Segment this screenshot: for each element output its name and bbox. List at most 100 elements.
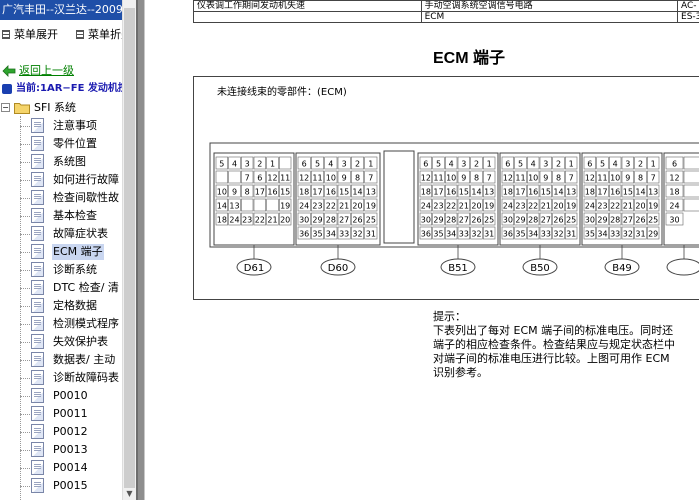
connector-pin-label: 32 (471, 230, 481, 239)
document-page-icon (31, 280, 44, 295)
tree-item-label: P0010 (53, 389, 88, 402)
pane-splitter[interactable] (136, 0, 145, 500)
connector-pin-label: 6 (587, 160, 592, 169)
connector-pin-label: 20 (635, 202, 645, 211)
tree-item-label: 如何进行故障 (53, 173, 119, 186)
tree-item-label: 定格数据 (53, 299, 97, 312)
connector-divider-block (383, 150, 415, 244)
connector-pin-label: 11 (312, 174, 322, 183)
connector-pin-label: 8 (474, 174, 479, 183)
connector-pin-label: 24 (421, 202, 431, 211)
connector-pin-label: 25 (648, 216, 658, 225)
tree-collapse-toggle[interactable]: − (1, 103, 10, 112)
tree-item[interactable]: 系统图 (0, 153, 122, 171)
connector-pin-label: 27 (541, 216, 551, 225)
tree-item[interactable]: P0011 (0, 405, 122, 423)
connector-pin-label: 28 (446, 216, 456, 225)
tree-branch-line (20, 378, 30, 379)
tree-branch-line (20, 180, 30, 181)
connector-pin-label: 16 (267, 188, 277, 197)
tree-item[interactable]: 定格数据 (0, 297, 122, 315)
tree-branch-line (20, 396, 30, 397)
connector-pin-label: 4 (613, 160, 618, 169)
connector-pin-label: 24 (503, 202, 513, 211)
tree-item[interactable]: 检测模式程序 (0, 315, 122, 333)
tree-item[interactable]: P0012 (0, 423, 122, 441)
connector-pin-label: 26 (352, 216, 362, 225)
connector-pin-cell (279, 156, 292, 170)
menu-list-icon (76, 30, 84, 39)
tree-item[interactable]: DTC 检查/ 清 (0, 279, 122, 297)
tree-item[interactable]: 诊断系统 (0, 261, 122, 279)
connector-pin-label: 17 (433, 188, 443, 197)
connector-pin-label: 10 (217, 188, 227, 197)
connector-pin-label: 3 (245, 160, 250, 169)
connector-pin-label: 34 (528, 230, 538, 239)
tree-item[interactable]: 数据表/ 主动 (0, 351, 122, 369)
tree-item[interactable]: 注意事项 (0, 117, 122, 135)
tree-item[interactable]: P0014 (0, 459, 122, 477)
connector-pin-label: 12 (669, 174, 679, 183)
connector-pin-label: 18 (299, 188, 309, 197)
table-cell: ES-3 (677, 11, 699, 23)
document-page-icon (31, 208, 44, 223)
expand-menu-button[interactable]: 菜单展开 (2, 27, 58, 43)
tree-item-label: 数据表/ 主动 (53, 353, 116, 366)
tree-item[interactable]: 基本检查 (0, 207, 122, 225)
connector-pin-label: 15 (623, 188, 633, 197)
document-page-icon (31, 172, 44, 187)
tree-branch-line (20, 270, 30, 271)
tree-branch-line (20, 342, 30, 343)
tree-branch-line (20, 288, 30, 289)
tree-item[interactable]: ECM 端子 (0, 243, 122, 261)
connector-pin-label: 22 (326, 202, 336, 211)
connector-pin-label: 20 (553, 202, 563, 211)
tree-item[interactable]: P0013 (0, 441, 122, 459)
tree-item[interactable]: 诊断故障码表 (0, 369, 122, 387)
connector-pin-label: 1 (651, 160, 656, 169)
scroll-down-arrow-icon[interactable]: ▼ (124, 489, 135, 499)
nav-scrollbar-thumb[interactable] (124, 8, 135, 488)
connector-pin-label: 29 (312, 216, 322, 225)
nav-toolbar: 菜单展开 菜单折叠 (0, 24, 136, 46)
document-page-icon (31, 244, 44, 259)
tree-branch-line (20, 162, 30, 163)
tree-item[interactable]: 故障症状表 (0, 225, 122, 243)
tree-item[interactable]: 零件位置 (0, 135, 122, 153)
tree-root-sfi[interactable]: − SFI 系统 (0, 100, 136, 116)
tree-branch-line (20, 360, 30, 361)
connector-pin-label: 17 (312, 188, 322, 197)
connector-pin-label: 31 (635, 230, 645, 239)
tree-item-label: 注意事项 (53, 119, 97, 132)
connector-pin-label: 23 (433, 202, 443, 211)
page-title: ECM 端子 (433, 50, 506, 67)
notes-line: 对端子间的标准电压进行比较。上图可用作 ECM (433, 352, 670, 365)
connector-pin-label: 7 (245, 174, 250, 183)
document-page-icon (31, 442, 44, 457)
connector-pin-label: 5 (600, 160, 605, 169)
connector-pin-label: 30 (503, 216, 513, 225)
tree-item[interactable]: 检查间歇性故 (0, 189, 122, 207)
tree-item[interactable]: P0015 (0, 477, 122, 495)
connector-pin-label: 26 (471, 216, 481, 225)
tree-item-label: DTC 检查/ 清 (53, 281, 119, 294)
connector-pin-label: 27 (459, 216, 469, 225)
tree-item[interactable]: 失效保护表 (0, 333, 122, 351)
nav-scrollbar[interactable]: ▼ (122, 0, 136, 500)
connector-pin-label: 11 (597, 174, 607, 183)
tree-item[interactable]: 如何进行故障 (0, 171, 122, 189)
connector-pin-label: 34 (597, 230, 607, 239)
connector-pin-cell (266, 198, 279, 212)
connector-pin-label: 24 (585, 202, 595, 211)
connector-pin-label: 18 (503, 188, 513, 197)
connector-pin-label: 31 (366, 230, 376, 239)
connector-pin-label: 6 (505, 160, 510, 169)
tree-branch-line (20, 234, 30, 235)
tree-root-label: SFI 系统 (34, 101, 77, 114)
document-page-icon (31, 136, 44, 151)
tree-item-label: 失效保护表 (53, 335, 108, 348)
tree-item[interactable]: P0010 (0, 387, 122, 405)
notes-heading: 提示： (433, 310, 466, 323)
tree-item-label: 基本检查 (53, 209, 97, 222)
tree-branch-line (20, 468, 30, 469)
